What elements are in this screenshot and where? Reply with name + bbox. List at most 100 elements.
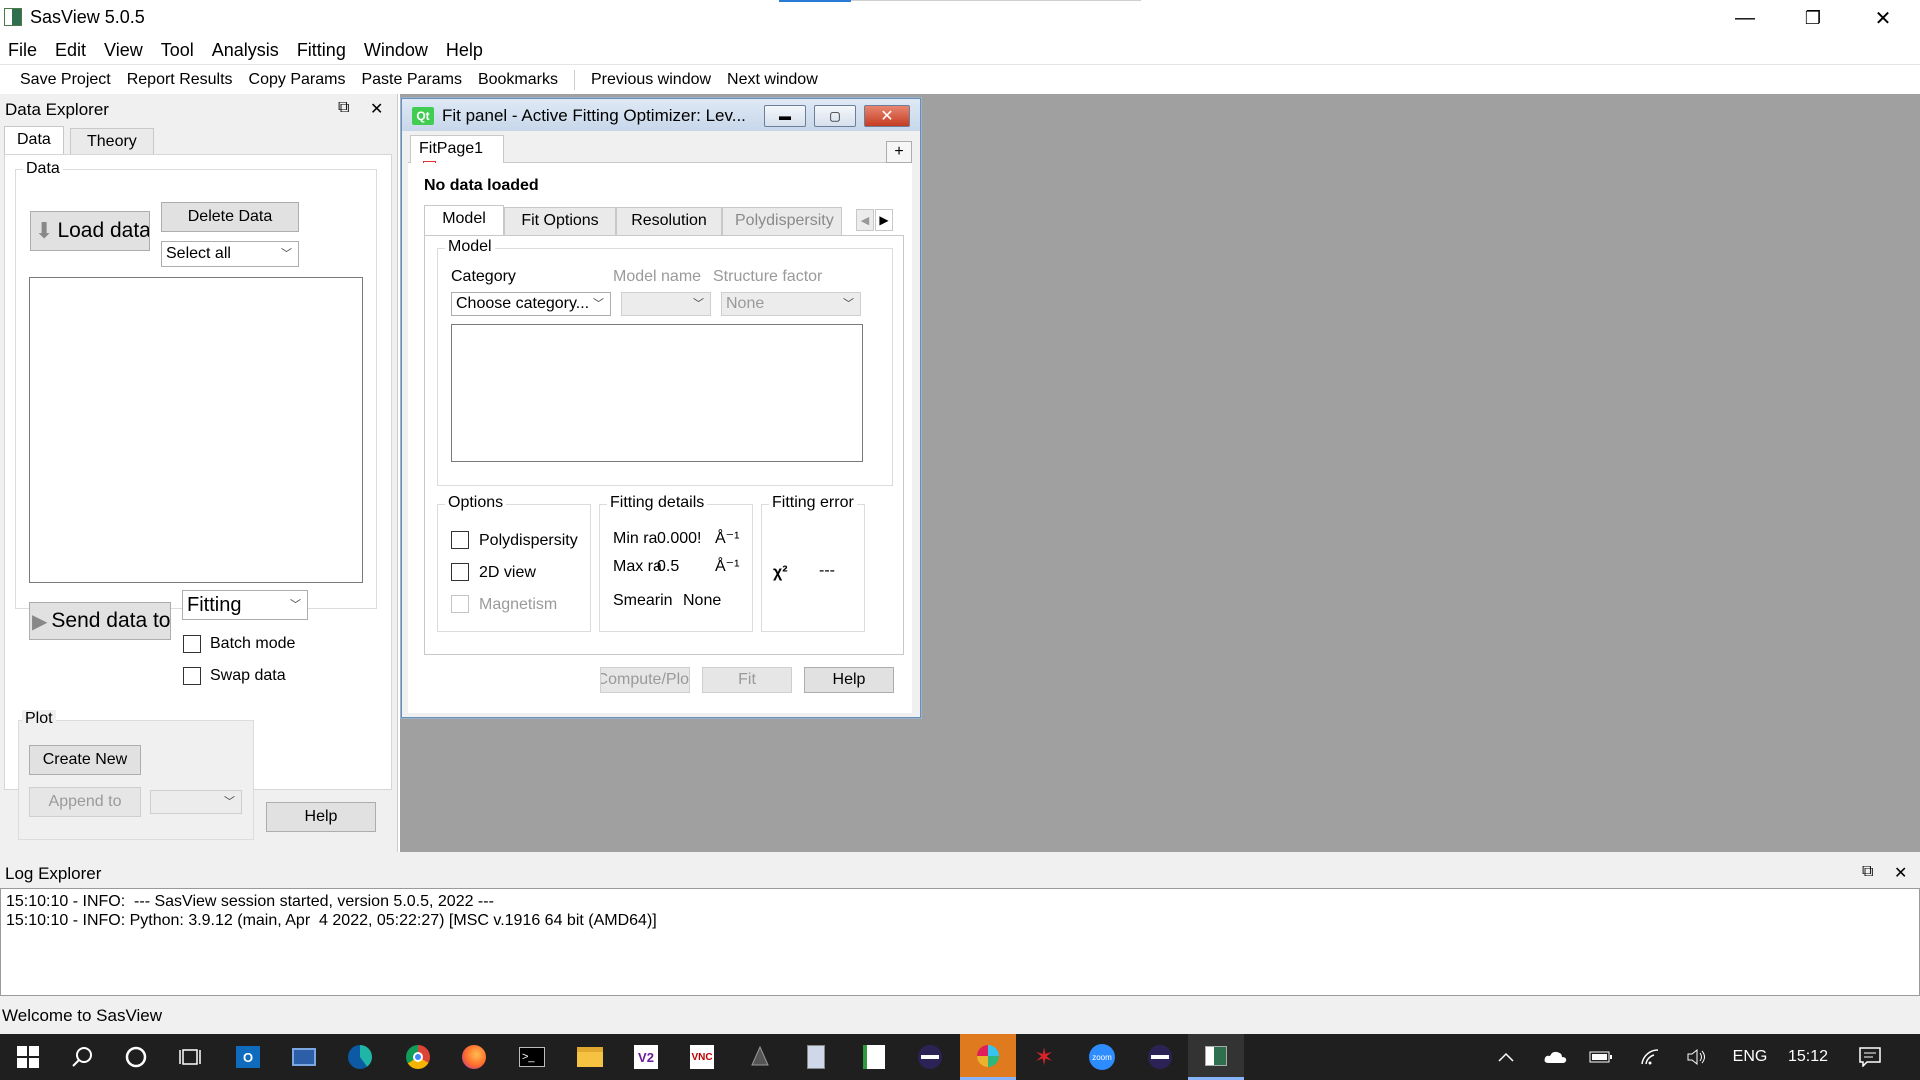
subtab-model[interactable]: Model bbox=[424, 205, 504, 235]
previous-window-button[interactable]: Previous window bbox=[583, 71, 719, 89]
edge-icon[interactable] bbox=[332, 1034, 388, 1080]
eclipse-icon[interactable] bbox=[902, 1034, 958, 1080]
append-to-button[interactable]: Append to bbox=[29, 787, 141, 817]
structure-factor-combo[interactable]: None ﹀ bbox=[721, 292, 861, 316]
language-indicator[interactable]: ENG bbox=[1728, 1034, 1772, 1080]
remote-desktop-icon[interactable] bbox=[276, 1034, 332, 1080]
send-data-button[interactable]: ▶ Send data to bbox=[29, 602, 171, 640]
onedrive-icon[interactable] bbox=[1540, 1034, 1570, 1080]
volume-icon[interactable] bbox=[1682, 1034, 1712, 1080]
vnc-icon[interactable]: VNC bbox=[674, 1034, 730, 1080]
fit-help-button[interactable]: Help bbox=[804, 667, 894, 693]
menu-file[interactable]: File bbox=[0, 40, 47, 61]
2d-view-checkbox[interactable] bbox=[451, 563, 469, 581]
tab-theory[interactable]: Theory bbox=[70, 128, 154, 156]
next-window-button[interactable]: Next window bbox=[719, 71, 826, 89]
inkscape-icon[interactable] bbox=[732, 1034, 788, 1080]
fit-close-icon[interactable]: ✕ bbox=[864, 105, 910, 127]
menu-help[interactable]: Help bbox=[438, 40, 493, 61]
chrome-icon[interactable] bbox=[390, 1034, 446, 1080]
subtab-resolution[interactable]: Resolution bbox=[616, 207, 722, 235]
log-float-icon[interactable]: ⧉ bbox=[1862, 863, 1873, 881]
model-tab-panel: Model Category Model name Structure fact… bbox=[424, 235, 904, 655]
fit-maximize-icon[interactable]: ▢ bbox=[814, 105, 856, 127]
red-star-app-icon[interactable]: ✶ bbox=[1016, 1034, 1072, 1080]
fit-minimize-icon[interactable]: ▬ bbox=[764, 105, 806, 127]
category-combo[interactable]: Choose category... ﹀ bbox=[451, 292, 611, 316]
append-plot-combo[interactable]: ﹀ bbox=[150, 790, 242, 814]
structure-factor-label: Structure factor bbox=[713, 268, 823, 285]
spreadsheet-icon[interactable] bbox=[846, 1034, 902, 1080]
model-group-label: Model bbox=[445, 238, 495, 256]
add-tab-button[interactable]: + bbox=[886, 141, 912, 163]
clock[interactable]: 15:12 bbox=[1780, 1034, 1836, 1080]
select-combo[interactable]: Select all ﹀ bbox=[161, 241, 299, 267]
paste-params-button[interactable]: Paste Params bbox=[353, 71, 469, 89]
menu-edit[interactable]: Edit bbox=[47, 40, 96, 61]
chevron-up-icon[interactable] bbox=[1494, 1034, 1518, 1080]
swap-data-checkbox[interactable] bbox=[183, 667, 201, 685]
tab-data[interactable]: Data bbox=[4, 126, 64, 156]
max-range-value[interactable]: 0.5 bbox=[657, 558, 679, 576]
smearing-label: Smearin bbox=[613, 592, 673, 609]
zoom-icon[interactable]: zoom bbox=[1074, 1034, 1130, 1080]
subtab-polydispersity[interactable]: Polydispersity bbox=[722, 207, 842, 235]
visual-studio-icon[interactable]: V2 bbox=[618, 1034, 674, 1080]
calculator-icon[interactable] bbox=[788, 1034, 844, 1080]
eclipse-2-icon[interactable] bbox=[1132, 1034, 1188, 1080]
magnetism-checkbox[interactable] bbox=[451, 595, 469, 613]
fit-button[interactable]: Fit bbox=[702, 667, 792, 693]
notifications-icon[interactable] bbox=[1852, 1034, 1888, 1080]
subtab-fit-options[interactable]: Fit Options bbox=[504, 207, 616, 235]
data-group-label: Data bbox=[23, 160, 63, 178]
sasview-taskbar-icon[interactable] bbox=[1188, 1034, 1244, 1080]
minimize-button[interactable]: — bbox=[1710, 0, 1780, 36]
log-text-area[interactable]: 15:10:10 - INFO: --- SasView session sta… bbox=[0, 888, 1920, 996]
menu-fitting[interactable]: Fitting bbox=[289, 40, 356, 61]
max-range-label: Max ra bbox=[613, 558, 662, 575]
search-icon[interactable] bbox=[54, 1034, 110, 1080]
cortana-icon[interactable] bbox=[108, 1034, 164, 1080]
bookmarks-button[interactable]: Bookmarks bbox=[470, 71, 566, 89]
log-close-icon[interactable]: ✕ bbox=[1894, 863, 1907, 883]
float-icon[interactable]: ⧉ bbox=[338, 99, 349, 117]
min-range-value[interactable]: 0.000! bbox=[657, 530, 701, 548]
model-name-combo[interactable]: ﹀ bbox=[621, 292, 711, 316]
wifi-icon[interactable] bbox=[1636, 1034, 1666, 1080]
task-view-icon[interactable] bbox=[162, 1034, 218, 1080]
scroll-left-icon[interactable]: ◀ bbox=[856, 209, 874, 231]
delete-data-button[interactable]: Delete Data bbox=[161, 202, 299, 232]
perspective-combo[interactable]: Fitting ﹀ bbox=[182, 590, 308, 620]
create-new-button[interactable]: Create New bbox=[29, 745, 141, 775]
menu-window[interactable]: Window bbox=[356, 40, 438, 61]
save-project-button[interactable]: Save Project bbox=[12, 71, 119, 89]
restore-button[interactable]: ❐ bbox=[1778, 0, 1848, 36]
polydispersity-checkbox[interactable] bbox=[451, 531, 469, 549]
report-results-button[interactable]: Report Results bbox=[119, 71, 241, 89]
compute-plot-button[interactable]: Compute/Plot bbox=[600, 667, 690, 693]
menu-view[interactable]: View bbox=[96, 40, 153, 61]
slack-icon[interactable] bbox=[960, 1034, 1016, 1080]
close-icon[interactable]: ✕ bbox=[370, 99, 383, 119]
menu-bar: File Edit View Tool Analysis Fitting Win… bbox=[0, 36, 1920, 64]
plot-group bbox=[18, 720, 254, 840]
file-explorer-icon[interactable] bbox=[562, 1034, 618, 1080]
help-button[interactable]: Help bbox=[266, 802, 376, 832]
firefox-icon[interactable] bbox=[446, 1034, 502, 1080]
load-data-button[interactable]: ⬇ Load data bbox=[30, 211, 150, 251]
parameter-table[interactable] bbox=[451, 324, 863, 462]
outlook-icon[interactable]: O bbox=[220, 1034, 276, 1080]
scroll-right-icon[interactable]: ▶ bbox=[875, 209, 893, 231]
windows-start-icon[interactable] bbox=[0, 1034, 56, 1080]
menu-tool[interactable]: Tool bbox=[153, 40, 204, 61]
battery-icon[interactable] bbox=[1586, 1034, 1616, 1080]
close-button[interactable]: ✕ bbox=[1848, 0, 1918, 36]
copy-params-button[interactable]: Copy Params bbox=[241, 71, 354, 89]
status-text: Welcome to SasView bbox=[2, 1006, 162, 1025]
chi2-value: --- bbox=[819, 562, 835, 579]
data-list[interactable] bbox=[29, 277, 363, 583]
batch-mode-checkbox[interactable] bbox=[183, 635, 201, 653]
terminal-icon[interactable]: >_ bbox=[504, 1034, 560, 1080]
menu-analysis[interactable]: Analysis bbox=[204, 40, 289, 61]
tab-fitpage1[interactable]: FitPage1 ✕ bbox=[410, 135, 504, 174]
